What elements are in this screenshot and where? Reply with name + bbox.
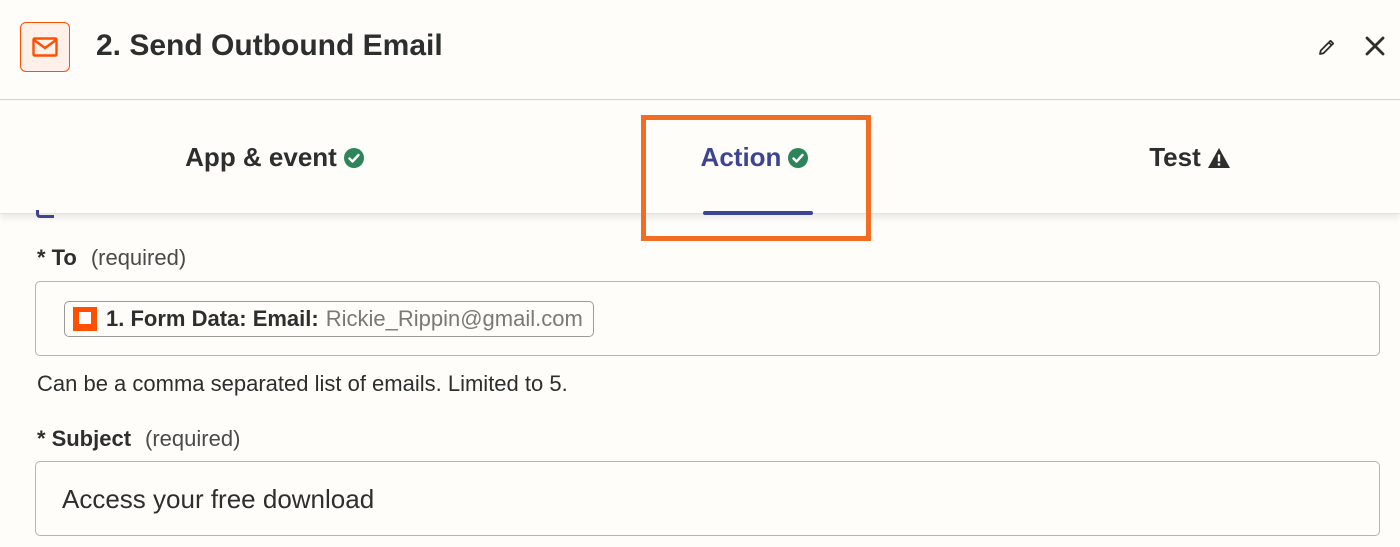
warning-icon (1207, 147, 1231, 169)
pencil-icon (1319, 39, 1335, 55)
tab-app-event[interactable]: App & event (150, 101, 400, 214)
tab-label: App & event (185, 142, 337, 172)
step-tabs: App & event Action Test (0, 101, 1400, 215)
mapped-field-pill[interactable]: 1. Form Data: Email: Rickie_Rippin@gmail… (64, 301, 594, 337)
subject-value: Access your free download (62, 484, 375, 514)
subject-field-label: * Subject (required) (37, 426, 240, 452)
close-icon (1365, 36, 1385, 56)
tab-label: Action (700, 142, 782, 172)
to-helper-text: Can be a comma separated list of emails.… (37, 371, 568, 396)
check-circle-icon (343, 147, 365, 169)
subject-input[interactable]: Access your free download (35, 461, 1380, 536)
check-circle-icon (787, 147, 809, 169)
required-text: (required) (90, 245, 187, 270)
tab-label: Test (1149, 142, 1201, 172)
tab-action[interactable]: Action (640, 101, 870, 214)
to-input[interactable]: 1. Form Data: Email: Rickie_Rippin@gmail… (35, 281, 1380, 356)
form-app-icon (73, 307, 97, 331)
required-marker: * (37, 245, 46, 270)
close-button[interactable] (1360, 31, 1390, 61)
step-header: 2. Send Outbound Email (0, 0, 1400, 100)
tab-test[interactable]: Test (1080, 101, 1300, 214)
scroll-edge-indicator (36, 210, 54, 218)
to-label: To (51, 245, 77, 270)
active-tab-indicator (703, 211, 813, 215)
pill-field-name: 1. Form Data: Email: (106, 306, 319, 331)
pill-sample-value: Rickie_Rippin@gmail.com (325, 306, 583, 331)
required-marker: * (37, 426, 46, 451)
edit-title-button[interactable] (1314, 34, 1340, 60)
subject-label: Subject (51, 426, 132, 451)
step-title: 2. Send Outbound Email (96, 29, 443, 62)
mail-icon (20, 22, 70, 72)
to-field-label: * To (required) (37, 245, 186, 271)
required-text: (required) (145, 426, 241, 451)
